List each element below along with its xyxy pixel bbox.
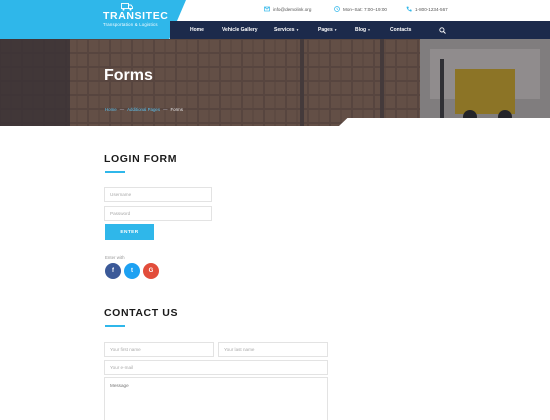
twitter-icon[interactable]: t bbox=[124, 263, 140, 279]
nav-vehicle-gallery[interactable]: Vehicle Gallery bbox=[222, 21, 258, 39]
message-field[interactable] bbox=[104, 377, 328, 420]
mail-icon bbox=[264, 6, 270, 12]
enter-button[interactable]: ENTER bbox=[105, 224, 154, 240]
nav-blog[interactable]: Blog ▾ bbox=[355, 21, 370, 39]
hero-banner: Forms Home — Additional Pages — Forms bbox=[0, 39, 550, 126]
breadcrumb-current: Forms bbox=[170, 107, 183, 112]
main-nav: Home Vehicle Gallery Services ▾ Pages ▾ Bl… bbox=[170, 21, 550, 39]
phone-icon bbox=[406, 6, 412, 12]
header-phone[interactable]: 1-800-1234-567 bbox=[406, 6, 448, 12]
first-name-field[interactable] bbox=[104, 342, 214, 357]
breadcrumb-additional-pages[interactable]: Additional Pages bbox=[127, 107, 160, 112]
header-email-text: info@demolink.org bbox=[273, 6, 312, 12]
nav-home[interactable]: Home bbox=[190, 21, 204, 39]
enter-with-label: Enter with bbox=[105, 255, 125, 260]
title-underline bbox=[105, 171, 125, 173]
google-plus-icon[interactable]: G bbox=[143, 263, 159, 279]
page-title: Forms bbox=[104, 67, 153, 84]
header-hours-text: Mon–Sat: 7:00–19:00 bbox=[343, 6, 387, 12]
facebook-icon[interactable]: f bbox=[105, 263, 121, 279]
last-name-field[interactable] bbox=[218, 342, 328, 357]
nav-services[interactable]: Services ▾ bbox=[274, 21, 298, 39]
header-hours: Mon–Sat: 7:00–19:00 bbox=[334, 6, 387, 12]
breadcrumb-separator: — bbox=[163, 107, 168, 112]
breadcrumb: Home — Additional Pages — Forms bbox=[105, 107, 183, 112]
chevron-down-icon: ▾ bbox=[296, 27, 299, 32]
logo-subtitle: Transportation & Logistics bbox=[103, 22, 158, 27]
contact-us-title: CONTACT US bbox=[104, 307, 179, 319]
password-field[interactable] bbox=[104, 206, 212, 221]
login-form-title: LOGIN FORM bbox=[104, 153, 178, 165]
search-icon[interactable] bbox=[439, 27, 446, 34]
title-underline bbox=[105, 325, 125, 327]
logo-title: TRANSITEC bbox=[103, 10, 169, 22]
username-field[interactable] bbox=[104, 187, 212, 202]
header-email[interactable]: info@demolink.org bbox=[264, 6, 311, 12]
email-field[interactable] bbox=[104, 360, 328, 375]
chevron-down-icon: ▾ bbox=[368, 27, 370, 32]
breadcrumb-home[interactable]: Home bbox=[105, 107, 117, 112]
chevron-down-icon: ▾ bbox=[334, 27, 337, 32]
header-phone-text: 1-800-1234-567 bbox=[415, 6, 448, 12]
hero-angled-edge bbox=[339, 118, 550, 126]
breadcrumb-separator: — bbox=[119, 107, 125, 112]
hero-overlay bbox=[0, 39, 550, 126]
clock-icon bbox=[334, 6, 340, 12]
nav-pages[interactable]: Pages ▾ bbox=[318, 21, 337, 39]
nav-contacts[interactable]: Contacts bbox=[390, 21, 411, 39]
